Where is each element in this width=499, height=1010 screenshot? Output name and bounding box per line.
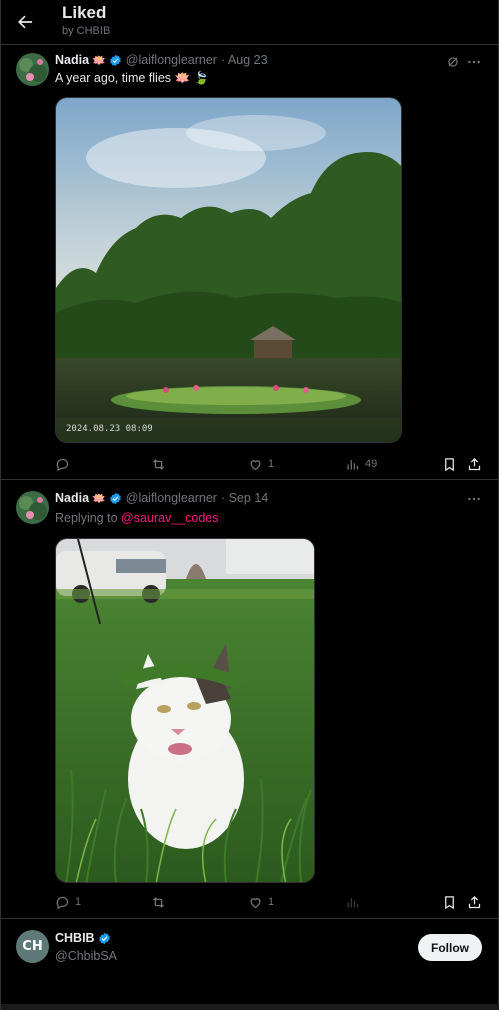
suggested-user-handle[interactable]: @ChbibSA	[55, 949, 117, 963]
retweet-icon	[153, 458, 164, 470]
suggested-user-name[interactable]: CHBIB	[55, 931, 95, 945]
tweet-author: Nadia 🪷 @laiflonglearner · Aug 23	[55, 53, 268, 67]
tweet-date[interactable]: · Sep 14	[221, 491, 268, 505]
author-name[interactable]: Nadia	[55, 491, 89, 505]
bookmark-button[interactable]	[442, 892, 457, 912]
page-header: Liked by CHBIB	[1, 0, 499, 44]
author-handle[interactable]: @laiflonglearner	[126, 491, 217, 505]
analytics-icon	[347, 459, 359, 469]
author-handle[interactable]: @laiflonglearner	[126, 53, 217, 67]
verified-badge-icon	[98, 932, 110, 944]
share-icon	[468, 457, 481, 470]
heart-icon	[250, 459, 261, 470]
tweet[interactable]: Nadia 🪷 @laiflonglearner · Sep 14 Replyi…	[1, 479, 499, 918]
avatar[interactable]	[16, 53, 49, 86]
share-button[interactable]	[467, 892, 482, 912]
suggested-user-name-row: CHBIB	[55, 931, 111, 945]
tweet-photo-lake[interactable]: 2024.08.23 08:09	[55, 97, 402, 443]
like-button[interactable]: 1	[248, 454, 274, 474]
reply-button[interactable]	[55, 454, 75, 474]
tweet-actions: 1 49	[55, 454, 485, 474]
follow-button[interactable]: Follow	[418, 934, 482, 961]
analytics-icon	[347, 897, 359, 907]
lotus-emoji-icon: 🪷	[92, 54, 106, 67]
bookmark-icon	[445, 457, 454, 471]
tweet-text: A year ago, time flies 🪷 🍃	[55, 71, 210, 85]
timeline-column: Liked by CHBIB Nadia 🪷 @laiflonglearner …	[0, 0, 499, 1010]
reply-mention-link[interactable]: @saurav__codes	[121, 511, 218, 525]
more-options-icon[interactable]	[466, 491, 482, 507]
verified-badge-icon	[109, 492, 121, 504]
reply-button[interactable]: 1	[55, 892, 81, 912]
like-button[interactable]: 1	[248, 892, 274, 912]
grok-icon[interactable]	[446, 55, 460, 69]
avatar[interactable]	[16, 491, 49, 524]
suggested-user[interactable]: CH CHBIB @ChbibSA Follow	[1, 918, 499, 1006]
page-subtitle: by CHBIB	[62, 25, 111, 37]
tweet-author: Nadia 🪷 @laiflonglearner · Sep 14	[55, 491, 268, 505]
leaf-emoji-icon: 🍃	[193, 71, 210, 85]
retweet-icon	[153, 896, 164, 908]
heart-icon	[250, 897, 261, 908]
lotus-emoji-icon: 🪷	[92, 492, 106, 505]
reply-icon	[56, 896, 69, 909]
tweet[interactable]: Nadia 🪷 @laiflonglearner · Aug 23 A year…	[1, 44, 499, 479]
lotus-emoji-icon: 🪷	[174, 71, 191, 85]
tweet-date[interactable]: · Aug 23	[221, 53, 268, 67]
share-button[interactable]	[467, 454, 482, 474]
views-button[interactable]	[345, 892, 365, 912]
back-arrow-icon[interactable]	[15, 12, 35, 32]
replying-to: Replying to @saurav__codes	[55, 511, 219, 525]
share-icon	[468, 895, 481, 908]
page-title: Liked	[62, 3, 107, 22]
tweet-photo-cat[interactable]	[55, 538, 315, 883]
tweet-actions: 1 1	[55, 892, 485, 912]
retweet-button[interactable]	[151, 454, 171, 474]
bottom-scrollbar-track[interactable]	[1, 1004, 499, 1010]
more-options-icon[interactable]	[466, 54, 482, 70]
avatar[interactable]: CH	[16, 930, 49, 963]
views-button[interactable]: 49	[345, 454, 377, 474]
bookmark-icon	[445, 895, 454, 909]
photo-timestamp: 2024.08.23 08:09	[66, 424, 153, 434]
author-name[interactable]: Nadia	[55, 53, 89, 67]
verified-badge-icon	[109, 54, 121, 66]
retweet-button[interactable]	[151, 892, 171, 912]
reply-icon	[56, 458, 69, 471]
bookmark-button[interactable]	[442, 454, 457, 474]
